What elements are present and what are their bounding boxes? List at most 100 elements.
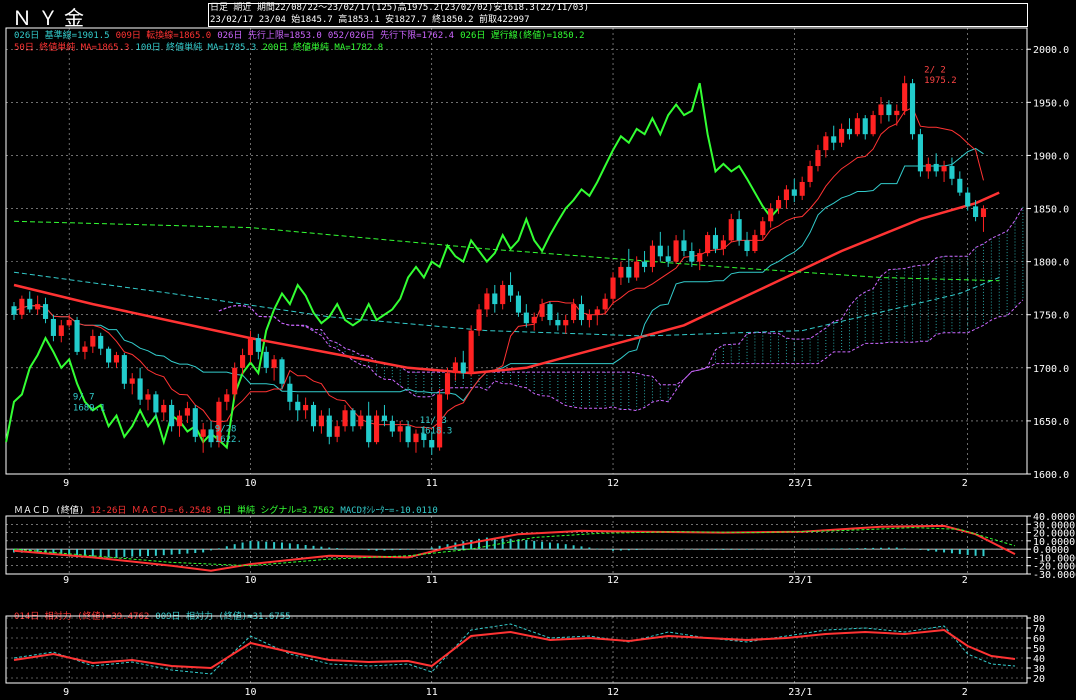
candle-body [602, 298, 608, 310]
candle-body [681, 240, 687, 251]
candle-body [192, 408, 198, 437]
candle-body [815, 150, 821, 167]
candle-body [121, 355, 127, 384]
candle-body [176, 415, 183, 427]
candle-body [618, 266, 624, 278]
candle-body [933, 163, 939, 172]
candle-body [374, 415, 380, 443]
candle-body [768, 208, 774, 222]
candle-body [634, 261, 640, 278]
candle-body [35, 304, 41, 310]
candle-body [42, 304, 49, 319]
candle-body [381, 415, 388, 421]
macd-x-tick-label: 9 [63, 575, 69, 586]
candle-body [287, 383, 293, 402]
price-x-tick-label: 10 [244, 478, 256, 489]
candle-body [200, 429, 206, 437]
candle-body [917, 134, 923, 172]
candle-body [90, 335, 96, 347]
candle-body [113, 355, 120, 363]
extreme-annotation: 2/ 2 [924, 66, 946, 76]
price-x-tick-label: 23/1 [788, 478, 812, 489]
candle-body [240, 355, 246, 368]
candle-body [578, 304, 585, 321]
candle-body [649, 245, 655, 267]
candle-body [310, 404, 317, 427]
candle-body [208, 429, 214, 443]
candle-body [492, 293, 498, 305]
macd-signal-line [13, 527, 1016, 567]
candle-body [925, 163, 931, 172]
candle-body [397, 426, 403, 432]
candle-body [720, 240, 726, 249]
candle-body [106, 348, 112, 363]
price-panel-ytick-label: 1950.0 [1033, 98, 1069, 109]
moving-average-line [13, 271, 1000, 337]
candle-body [334, 426, 340, 437]
candle-body [878, 104, 884, 116]
price-panel-ytick-label: 2000.0 [1033, 45, 1069, 56]
candle-body [941, 166, 947, 172]
candle-body [783, 189, 789, 201]
candle-body [184, 408, 190, 416]
candle-body [697, 253, 703, 262]
candle-body [736, 219, 742, 241]
candle-body [153, 394, 159, 413]
candle-body [831, 136, 837, 143]
candle-body [366, 415, 372, 443]
macd-x-tick-label: 23/1 [788, 575, 812, 586]
candle-body [862, 118, 868, 135]
price-x-tick-label: 2 [962, 478, 968, 489]
candle-body [279, 359, 285, 384]
price-panel-ytick-label: 1850.0 [1033, 205, 1069, 216]
candle-body [854, 118, 860, 135]
candle-body [476, 309, 482, 331]
candle-body [515, 295, 522, 313]
candle-body [318, 415, 324, 427]
candle-body [586, 314, 592, 321]
candle-body [232, 367, 238, 395]
candle-body [500, 284, 506, 305]
candle-body [728, 219, 734, 241]
candle-body [563, 320, 569, 326]
candle-body [129, 378, 135, 384]
candle-body [263, 351, 269, 368]
extreme-annotation: 1975.2 [924, 76, 957, 86]
tenkan-line [13, 106, 984, 429]
candle-body [389, 420, 395, 432]
candle-body [610, 277, 616, 299]
extreme-annotation: 9/ 7 [73, 393, 95, 403]
rsi-panel-ytick-label: 20 [1033, 674, 1045, 685]
candle-body [555, 320, 561, 326]
candle-body [50, 318, 56, 336]
candle-body [468, 330, 474, 374]
candle-body [594, 309, 600, 315]
price-panel-ytick-label: 1750.0 [1033, 311, 1069, 322]
rsi14-line [13, 628, 1016, 670]
candle-body [169, 404, 175, 427]
candle-body [673, 240, 679, 262]
candle-body [965, 192, 971, 207]
candle-body [224, 394, 230, 402]
price-panel-ytick-label: 1800.0 [1033, 258, 1069, 269]
candle-body [823, 136, 829, 151]
macd-x-tick-label: 12 [607, 575, 619, 586]
candle-body [807, 166, 813, 182]
rsi-x-tick-label: 12 [607, 687, 619, 698]
candle-body [74, 320, 80, 352]
candle-body [11, 306, 17, 315]
candle-body [799, 181, 805, 196]
candle-body [775, 200, 782, 209]
candle-body [626, 266, 632, 278]
candle-body [460, 362, 466, 374]
candle-body [303, 404, 309, 411]
candle-body [909, 83, 916, 135]
moving-average-line [13, 220, 1000, 282]
price-panel-ytick-label: 1700.0 [1033, 364, 1069, 375]
candle-body [657, 245, 663, 257]
rsi-x-tick-label: 9 [63, 687, 69, 698]
rsi-x-tick-label: 10 [244, 687, 256, 698]
extreme-annotation: 1618.3 [420, 427, 453, 437]
candle-body [255, 338, 261, 352]
extreme-annotation: 11/ 3 [420, 416, 447, 426]
